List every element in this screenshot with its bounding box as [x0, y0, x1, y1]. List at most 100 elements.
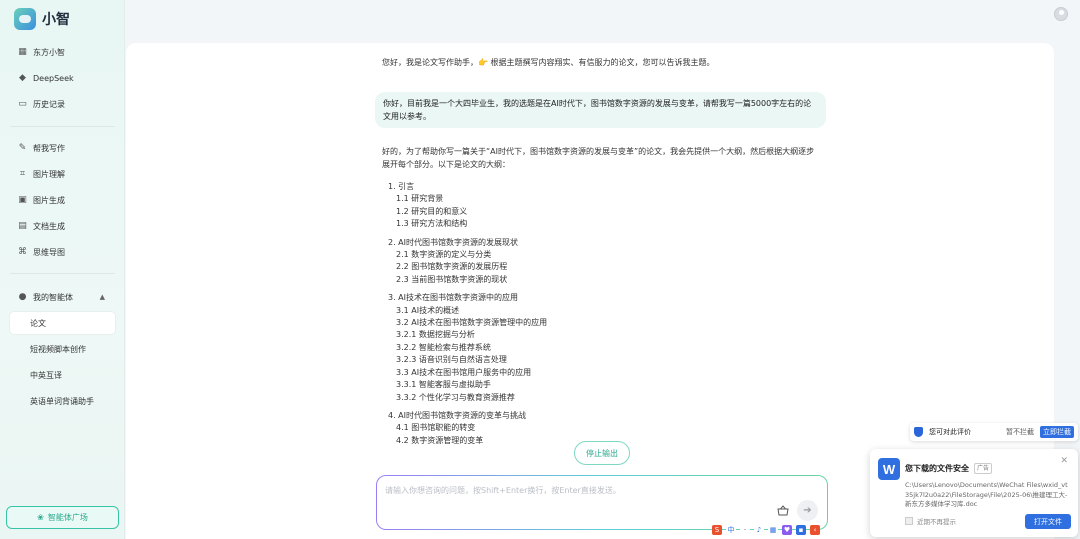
download-notification: W 您下载的文件安全 广告 ✕ C:\Users\Lenovo\Document… — [870, 449, 1078, 537]
sidebar-item-label: 东方小智 — [33, 47, 65, 57]
outline-item: 3.3.1 智能客服与虚拟助手 — [396, 380, 491, 390]
outline-heading: 3. AI技术在图书馆数字资源中的应用 — [388, 293, 519, 303]
outline-heading: 4. AI时代图书馆数字资源的变革与挑战 — [388, 410, 527, 420]
sidebar-item-history[interactable]: ▭ 历史记录 — [10, 93, 115, 115]
outline-item: 4.1 图书馆职能的转变 — [396, 423, 476, 433]
sidebar-item-label: 帮我写作 — [33, 143, 65, 153]
mic-icon[interactable]: ♪ — [754, 525, 764, 535]
assistant-reply-intro: 好的，为了帮助你写一篇关于“AI时代下，图书馆数字资源的发展与变革”的论文，我会… — [382, 147, 815, 169]
outline-item: 3.2.1 数据挖掘与分析 — [396, 330, 475, 340]
system-tray: S 中 · ♪ ▦ ♥ ▪ ‹ — [712, 525, 820, 535]
grid-icon[interactable]: ▪ — [796, 525, 806, 535]
agent-icon: ❀ — [37, 513, 44, 522]
chat-input[interactable]: 请输入你想咨询的问题，按Shift+Enter换行，按Enter直接发送。 ➔ — [376, 475, 828, 530]
sidebar-item-label: 文档生成 — [33, 221, 65, 231]
outline-item: 3.3.2 个性化学习与教育资源推荐 — [396, 392, 515, 402]
sidebar-item-label: 短视频脚本创作 — [30, 344, 86, 354]
grid-icon: ▦ — [18, 46, 27, 57]
outline-item: 3.1 AI技术的概述 — [396, 305, 460, 315]
scan-icon: ⌗ — [19, 168, 26, 179]
sidebar-agent-vocab[interactable]: 英语单词背诵助手 — [10, 390, 115, 412]
sidebar-item-label: 论文 — [30, 318, 46, 328]
agent-square-label: 智能体广场 — [47, 513, 88, 522]
sidebar-divider — [10, 126, 115, 127]
outline-item: 3.3 AI技术在图书馆用户服务中的应用 — [396, 367, 532, 377]
mini-toast-text: 您可对此评价 — [929, 428, 971, 436]
outline-item: 1.1 研究背景 — [396, 194, 444, 204]
sidebar-agents-header[interactable]: ● 我的智能体 ▲ — [10, 286, 115, 308]
outline-item: 2.1 数字资源的定义与分类 — [396, 250, 492, 260]
dont-remind-checkbox[interactable]: 近期不再提示 — [905, 516, 956, 526]
sidebar-item-image-generation[interactable]: ▣ 图片生成 — [10, 189, 115, 211]
outline-section: 2. AI时代图书馆数字资源的发展现状 2.1 数字资源的定义与分类 2.2 图… — [388, 237, 808, 287]
more-icon[interactable]: ‹ — [810, 525, 820, 535]
mindmap-icon: ⌘ — [18, 246, 27, 257]
outline-section: 1. 引言 1.1 研究背景 1.2 研究目的和意义 1.3 研究方法和结构 — [388, 181, 808, 231]
sidebar-item-label: 我的智能体 — [33, 292, 73, 302]
outline-item: 1.3 研究方法和结构 — [396, 219, 468, 229]
sidebar-divider — [10, 273, 115, 274]
outline-item: 3.2.3 语音识别与自然语言处理 — [396, 355, 507, 365]
checkbox-box[interactable] — [905, 517, 913, 525]
outline-item: 1.2 研究目的和意义 — [396, 206, 468, 216]
sidebar-item-image-understanding[interactable]: ⌗ 图片理解 — [10, 163, 115, 185]
assistant-greeting: 您好，我是论文写作助手，👉 根据主题撰写内容翔实、有信服力的论文，您可以告诉我主… — [382, 58, 715, 67]
notification-title: 您下载的文件安全 — [905, 464, 969, 473]
app-name: 小智 — [42, 12, 70, 28]
sidebar-agent-video-script[interactable]: 短视频脚本创作 — [10, 338, 115, 360]
sidebar-item-label: 思维导图 — [33, 247, 65, 257]
shirt-icon[interactable]: ♥ — [782, 525, 792, 535]
outline-item: 2.3 当前图书馆数字资源的现状 — [396, 274, 508, 284]
sidebar-item-label: 图片生成 — [33, 195, 65, 205]
paper-outline: 1. 引言 1.1 研究背景 1.2 研究目的和意义 1.3 研究方法和结构 2… — [388, 181, 808, 453]
logo-icon — [14, 8, 36, 30]
edit-icon: ✎ — [18, 142, 27, 153]
mini-toast-action[interactable]: 立即拦截 — [1040, 426, 1074, 438]
sogou-icon[interactable]: S — [712, 525, 722, 535]
app-logo[interactable]: 小智 — [14, 8, 70, 30]
sidebar-item-deepseek[interactable]: ◆ DeepSeek — [10, 67, 115, 89]
sidebar-item-label: 英语单词背诵助手 — [30, 396, 94, 406]
image-icon: ▣ — [18, 194, 27, 205]
whale-icon: ◆ — [19, 72, 26, 83]
sidebar-item-mindmap[interactable]: ⌘ 思维导图 — [10, 241, 115, 263]
sidebar-agent-translate[interactable]: 中英互译 — [10, 364, 115, 386]
ad-tag: 广告 — [974, 463, 993, 474]
sidebar-item-label: 中英互译 — [30, 370, 62, 380]
sidebar: 小智 ▦ 东方小智 ◆ DeepSeek ▭ 历史记录 ✎ 帮我写作 ⌗ 图片理… — [0, 0, 125, 539]
outline-item: 3.2 AI技术在图书馆数字资源管理中的应用 — [396, 318, 548, 328]
outline-section: 3. AI技术在图书馆数字资源中的应用 3.1 AI技术的概述 3.2 AI技术… — [388, 292, 808, 404]
word-icon: W — [878, 458, 900, 480]
sidebar-item-document-generation[interactable]: ▤ 文档生成 — [10, 215, 115, 237]
keyboard-icon[interactable]: ▦ — [768, 525, 778, 535]
stop-output-button[interactable]: 停止输出 — [574, 441, 630, 465]
arrow-right-icon: ➔ — [803, 505, 812, 516]
mini-toast-later[interactable]: 暂不拦截 — [1006, 427, 1034, 437]
sidebar-item-label: DeepSeek — [33, 73, 74, 83]
user-icon: ● — [18, 291, 27, 302]
sidebar-item-writing[interactable]: ✎ 帮我写作 — [10, 137, 115, 159]
close-icon[interactable]: ✕ — [1060, 456, 1068, 466]
outline-item: 3.2.2 智能检索与推荐系统 — [396, 342, 491, 352]
security-mini-toast: 您可对此评价 暂不拦截 立即拦截 — [910, 423, 1078, 441]
sidebar-item-label: 历史记录 — [33, 99, 65, 109]
file-path: C:\Users\Lenovo\Documents\WeChat Files\w… — [905, 481, 1068, 508]
outline-heading: 1. 引言 — [388, 182, 415, 191]
sidebar-item-label: 图片理解 — [33, 169, 65, 179]
chevron-up-icon: ▲ — [99, 293, 105, 301]
send-button[interactable]: ➔ — [797, 500, 818, 521]
sidebar-agent-paper[interactable]: 论文 — [10, 312, 115, 334]
input-placeholder: 请输入你想咨询的问题，按Shift+Enter换行，按Enter直接发送。 — [385, 486, 621, 495]
user-message: 你好，目前我是一个大四毕业生，我的选题是在AI时代下，图书馆数字资源的发展与变革… — [375, 92, 826, 128]
cn-icon[interactable]: 中 — [726, 525, 736, 535]
shield-icon — [914, 427, 923, 437]
agent-square-button[interactable]: ❀ 智能体广场 — [6, 506, 119, 529]
outline-heading: 2. AI时代图书馆数字资源的发展现状 — [388, 237, 519, 247]
document-icon: ▤ — [18, 220, 27, 231]
outline-item: 2.2 图书馆数字资源的发展历程 — [396, 262, 508, 272]
history-icon: ▭ — [18, 98, 27, 109]
open-file-button[interactable]: 打开文件 — [1025, 514, 1071, 529]
sidebar-item-dongfang[interactable]: ▦ 东方小智 — [10, 41, 115, 63]
basket-icon[interactable] — [777, 505, 789, 516]
dot-icon[interactable]: · — [740, 525, 750, 535]
